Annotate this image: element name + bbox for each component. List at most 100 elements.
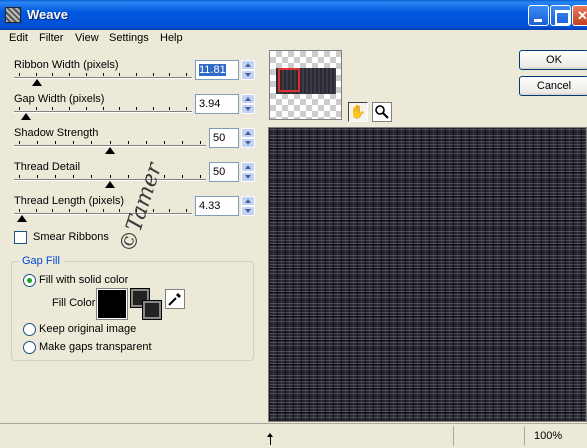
- smear-ribbons-checkbox[interactable]: [14, 231, 27, 244]
- maximize-button[interactable]: [550, 5, 571, 26]
- ribbon-width-spinner[interactable]: [241, 60, 255, 80]
- ok-button[interactable]: OK: [519, 50, 587, 70]
- slider-tick: [73, 141, 74, 144]
- slider-tick: [86, 209, 87, 212]
- menu-edit[interactable]: Edit: [9, 32, 28, 44]
- slider-tick: [153, 73, 154, 76]
- status-bar: [0, 423, 587, 448]
- thread-length-input[interactable]: 4.33: [195, 196, 239, 216]
- thread-detail-input[interactable]: 50: [209, 162, 239, 182]
- shadow-strength-label: Shadow Strength: [14, 127, 99, 139]
- thread-detail-slider[interactable]: [14, 175, 206, 189]
- slider-tick: [86, 73, 87, 76]
- spin-down-icon[interactable]: [241, 172, 255, 182]
- spin-down-icon[interactable]: [241, 104, 255, 114]
- slider-tick: [119, 73, 120, 76]
- slider-tick: [55, 175, 56, 178]
- thread-detail-label: Thread Detail: [14, 161, 81, 173]
- slider-tick: [103, 107, 104, 110]
- thread-length-slider[interactable]: [14, 209, 192, 223]
- slider-tick: [200, 175, 201, 178]
- slider-tick: [103, 209, 104, 212]
- menu-help[interactable]: Help: [160, 32, 183, 44]
- slider-tick: [136, 73, 137, 76]
- shadow-strength-input[interactable]: 50: [209, 128, 239, 148]
- keep-original-radio[interactable]: [23, 323, 36, 336]
- slider-track: [14, 111, 192, 113]
- spin-down-icon[interactable]: [241, 138, 255, 148]
- transparent-gaps-radio[interactable]: [23, 341, 36, 354]
- slider-tick: [55, 141, 56, 144]
- cancel-button[interactable]: Cancel: [519, 76, 587, 96]
- slider-tick: [36, 107, 37, 110]
- slider-tick: [91, 175, 92, 178]
- pan-hand-icon[interactable]: ✋: [348, 102, 368, 122]
- gap-width-input[interactable]: 3.94: [195, 94, 239, 114]
- gap-width-spinner[interactable]: [241, 94, 255, 114]
- keep-original-label: Keep original image: [39, 323, 137, 335]
- slider-tick: [36, 209, 37, 212]
- slider-tick: [69, 73, 70, 76]
- fill-solid-radio[interactable]: [23, 274, 36, 287]
- slider-tick: [136, 107, 137, 110]
- ribbon-width-input[interactable]: 11.81: [195, 60, 239, 80]
- spin-up-icon[interactable]: [241, 94, 255, 104]
- slider-thumb[interactable]: [17, 215, 27, 222]
- weave-app-icon: [5, 7, 21, 23]
- magnifier-icon[interactable]: [372, 102, 392, 122]
- gap-width-slider[interactable]: [14, 107, 192, 121]
- weave-preview-image[interactable]: [268, 127, 587, 422]
- menu-settings[interactable]: Settings: [109, 32, 149, 44]
- spin-up-icon[interactable]: [241, 128, 255, 138]
- shadow-strength-spinner[interactable]: [241, 128, 255, 148]
- slider-tick: [182, 175, 183, 178]
- close-icon: ✕: [577, 8, 587, 23]
- slider-thumb[interactable]: [21, 113, 31, 120]
- slider-tick: [200, 141, 201, 144]
- slider-tick: [73, 175, 74, 178]
- menu-view[interactable]: View: [75, 32, 99, 44]
- view-region-rect[interactable]: [278, 68, 300, 92]
- shadow-strength-slider[interactable]: [14, 141, 206, 155]
- slider-tick: [19, 141, 20, 144]
- slider-tick: [52, 209, 53, 212]
- thread-length-spinner[interactable]: [241, 196, 255, 216]
- slider-tick: [169, 73, 170, 76]
- slider-tick: [169, 209, 170, 212]
- slider-tick: [52, 73, 53, 76]
- slider-tick: [128, 175, 129, 178]
- slider-tick: [19, 175, 20, 178]
- transparent-gaps-label: Make gaps transparent: [39, 341, 152, 353]
- slider-tick: [110, 141, 111, 144]
- status-divider: [524, 426, 525, 446]
- cursor-marker-icon: [267, 433, 273, 445]
- slider-tick: [91, 141, 92, 144]
- spin-up-icon[interactable]: [241, 196, 255, 206]
- slider-thumb[interactable]: [32, 79, 42, 86]
- thread-detail-spinner[interactable]: [241, 162, 255, 182]
- thread-length-label: Thread Length (pixels): [14, 195, 125, 207]
- minimize-button[interactable]: [528, 5, 549, 26]
- slider-tick: [19, 107, 20, 110]
- slider-tick: [186, 73, 187, 76]
- slider-tick: [37, 175, 38, 178]
- spin-down-icon[interactable]: [241, 206, 255, 216]
- eyedropper-icon[interactable]: [165, 289, 185, 309]
- title-bar: Weave ✕: [0, 0, 587, 30]
- spin-up-icon[interactable]: [241, 60, 255, 70]
- close-button[interactable]: ✕: [572, 5, 587, 26]
- status-divider: [453, 426, 454, 446]
- ribbon-width-slider[interactable]: [14, 73, 192, 87]
- spin-down-icon[interactable]: [241, 70, 255, 80]
- slider-thumb[interactable]: [105, 147, 115, 154]
- color-swap-icon[interactable]: [130, 288, 162, 320]
- menu-filter[interactable]: Filter: [39, 32, 63, 44]
- fill-color-swatch[interactable]: [96, 288, 128, 320]
- spin-up-icon[interactable]: [241, 162, 255, 172]
- window-title: Weave: [27, 7, 68, 22]
- slider-tick: [110, 175, 111, 178]
- slider-tick: [37, 141, 38, 144]
- navigator-thumbnail[interactable]: [269, 50, 342, 120]
- slider-thumb[interactable]: [105, 181, 115, 188]
- smear-ribbons-label: Smear Ribbons: [33, 231, 109, 243]
